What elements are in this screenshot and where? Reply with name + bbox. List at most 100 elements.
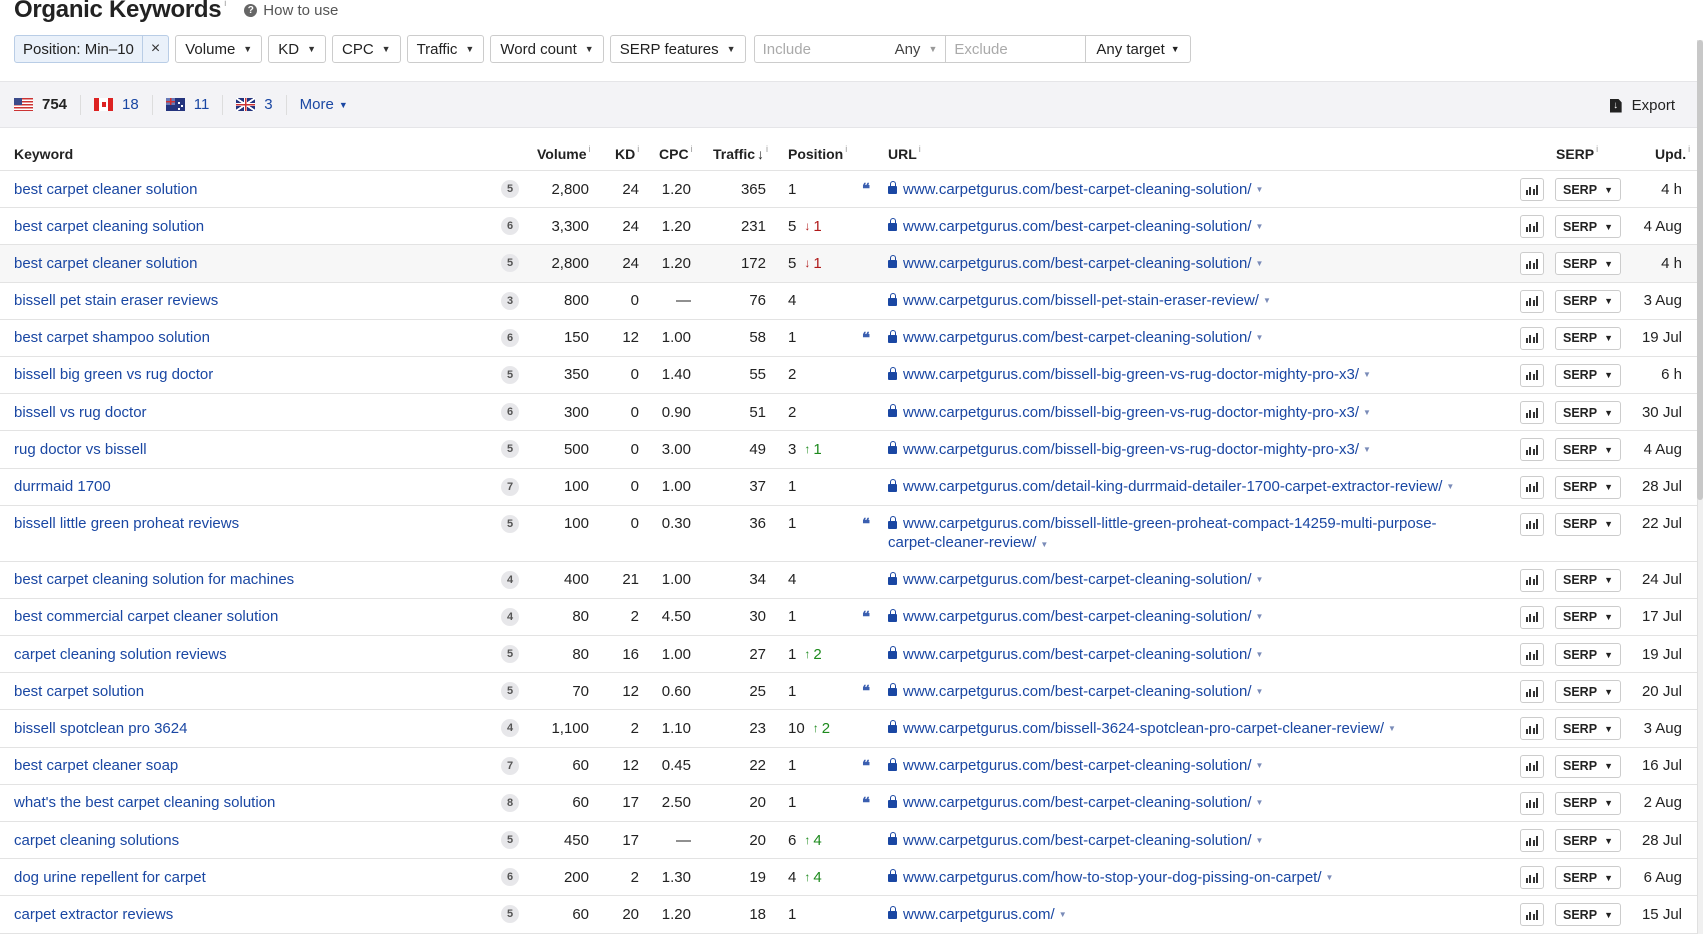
url-link[interactable]: www.carpetgurus.com/bissell-big-green-vs…: [888, 431, 1371, 467]
serp-dropdown-button[interactable]: SERP ▼: [1555, 754, 1621, 778]
url-link[interactable]: www.carpetgurus.com/bissell-little-green…: [888, 514, 1478, 554]
col-url[interactable]: URL i: [888, 136, 921, 171]
col-cpc[interactable]: CPC i: [659, 136, 693, 171]
target-select[interactable]: Any target ▼: [1085, 36, 1189, 62]
caret-down-icon[interactable]: ▼: [1363, 408, 1371, 417]
url-link[interactable]: www.carpetgurus.com/best-carpet-cleaning…: [888, 822, 1263, 858]
serp-dropdown-button[interactable]: SERP ▼: [1555, 866, 1621, 890]
keyword-link[interactable]: best carpet cleaning solution for machin…: [14, 562, 294, 598]
position-history-button[interactable]: [1520, 475, 1544, 499]
url-link[interactable]: www.carpetgurus.com/best-carpet-cleaning…: [888, 245, 1263, 281]
info-icon[interactable]: i: [919, 144, 921, 154]
url-link[interactable]: www.carpetgurus.com/best-carpet-cleaning…: [888, 748, 1263, 784]
url-link[interactable]: www.carpetgurus.com/best-carpet-cleaning…: [888, 562, 1263, 598]
position-history-button[interactable]: [1520, 215, 1544, 239]
caret-down-icon[interactable]: ▼: [1256, 333, 1264, 342]
col-keyword[interactable]: Keyword: [14, 136, 73, 171]
url-link[interactable]: www.carpetgurus.com/bissell-pet-stain-er…: [888, 283, 1271, 319]
position-history-button[interactable]: [1520, 866, 1544, 890]
caret-down-icon[interactable]: ▼: [1256, 575, 1264, 584]
word-count-filter-button[interactable]: Word count ▼: [490, 35, 604, 63]
cpc-filter-button[interactable]: CPC ▼: [331, 35, 401, 63]
country-us[interactable]: 754: [14, 94, 82, 115]
keyword-link[interactable]: carpet extractor reviews: [14, 896, 173, 932]
serp-dropdown-button[interactable]: SERP ▼: [1555, 680, 1621, 704]
keyword-link[interactable]: durrmaid 1700: [14, 469, 111, 505]
keyword-link[interactable]: best carpet cleaning solution: [14, 208, 204, 244]
keyword-link[interactable]: best carpet solution: [14, 673, 144, 709]
position-history-button[interactable]: [1520, 512, 1544, 536]
position-history-button[interactable]: [1520, 643, 1544, 667]
serp-dropdown-button[interactable]: SERP ▼: [1555, 252, 1621, 276]
position-history-button[interactable]: [1520, 568, 1544, 592]
caret-down-icon[interactable]: ▼: [1256, 798, 1264, 807]
info-icon[interactable]: i: [589, 144, 591, 154]
position-history-button[interactable]: [1520, 363, 1544, 387]
info-icon[interactable]: i: [845, 144, 847, 154]
caret-down-icon[interactable]: ▼: [1363, 370, 1371, 379]
caret-down-icon[interactable]: ▼: [1446, 482, 1454, 491]
keyword-link[interactable]: bissell big green vs rug doctor: [14, 357, 213, 393]
position-history-button[interactable]: [1520, 326, 1544, 350]
position-history-button[interactable]: [1520, 829, 1544, 852]
col-traffic[interactable]: Traffic ↓ i: [713, 136, 768, 171]
position-history-button[interactable]: [1520, 178, 1544, 201]
serp-dropdown-button[interactable]: SERP ▼: [1555, 791, 1621, 815]
include-input[interactable]: [754, 36, 895, 62]
serp-dropdown-button[interactable]: SERP ▼: [1555, 829, 1621, 852]
url-link[interactable]: www.carpetgurus.com/bissell-3624-spotcle…: [888, 710, 1396, 746]
col-volume[interactable]: Volume i: [537, 136, 591, 171]
url-link[interactable]: www.carpetgurus.com/best-carpet-cleaning…: [888, 785, 1263, 821]
caret-down-icon[interactable]: ▼: [1363, 445, 1371, 454]
caret-down-icon[interactable]: ▼: [1256, 259, 1264, 268]
keyword-link[interactable]: dog urine repellent for carpet: [14, 859, 206, 895]
serp-dropdown-button[interactable]: SERP ▼: [1555, 717, 1621, 741]
caret-down-icon[interactable]: ▼: [1256, 650, 1264, 659]
url-link[interactable]: www.carpetgurus.com/best-carpet-cleaning…: [888, 636, 1263, 672]
url-link[interactable]: www.carpetgurus.com/how-to-stop-your-dog…: [888, 859, 1333, 895]
keyword-link[interactable]: what's the best carpet cleaning solution: [14, 785, 275, 821]
position-history-button[interactable]: [1520, 438, 1544, 462]
serp-dropdown-button[interactable]: SERP ▼: [1555, 363, 1621, 387]
url-link[interactable]: www.carpetgurus.com/best-carpet-cleaning…: [888, 320, 1263, 356]
position-filter[interactable]: Position: Min–10 ×: [14, 35, 170, 63]
serp-dropdown-button[interactable]: SERP ▼: [1555, 438, 1621, 462]
url-link[interactable]: www.carpetgurus.com/best-carpet-cleaning…: [888, 208, 1263, 244]
serp-dropdown-button[interactable]: SERP ▼: [1555, 289, 1621, 313]
info-icon[interactable]: i: [691, 144, 693, 154]
position-history-button[interactable]: [1520, 791, 1544, 815]
url-link[interactable]: www.carpetgurus.com/bissell-big-green-vs…: [888, 357, 1371, 393]
col-position[interactable]: Position i: [788, 136, 847, 171]
exclude-input[interactable]: [946, 36, 1086, 62]
position-history-button[interactable]: [1520, 903, 1544, 927]
url-link[interactable]: www.carpetgurus.com/ ▼: [888, 896, 1067, 932]
info-icon[interactable]: i: [766, 144, 768, 154]
keyword-link[interactable]: bissell pet stain eraser reviews: [14, 283, 218, 319]
keyword-link[interactable]: bissell vs rug doctor: [14, 394, 147, 430]
position-history-button[interactable]: [1520, 605, 1544, 629]
country-gb[interactable]: 3: [236, 94, 287, 115]
serp-dropdown-button[interactable]: SERP ▼: [1555, 215, 1621, 239]
serp-dropdown-button[interactable]: SERP ▼: [1555, 401, 1621, 425]
export-button[interactable]: ↓ Export: [1609, 82, 1675, 129]
serp-dropdown-button[interactable]: SERP ▼: [1555, 568, 1621, 592]
keyword-link[interactable]: best carpet shampoo solution: [14, 320, 210, 356]
url-link[interactable]: www.carpetgurus.com/bissell-big-green-vs…: [888, 394, 1371, 430]
caret-down-icon[interactable]: ▼: [1256, 687, 1264, 696]
country-au[interactable]: 11: [165, 94, 224, 115]
caret-down-icon[interactable]: ▼: [1256, 761, 1264, 770]
position-history-button[interactable]: [1520, 252, 1544, 276]
keyword-link[interactable]: bissell little green proheat reviews: [14, 506, 239, 542]
volume-filter-button[interactable]: Volume ▼: [175, 35, 263, 63]
serp-dropdown-button[interactable]: SERP ▼: [1555, 475, 1621, 499]
include-mode-select[interactable]: Any ▼: [895, 36, 946, 62]
url-link[interactable]: www.carpetgurus.com/best-carpet-cleaning…: [888, 673, 1263, 709]
serp-features-filter-button[interactable]: SERP features ▼: [609, 35, 746, 63]
position-filter-label[interactable]: Position: Min–10: [15, 41, 142, 58]
url-link[interactable]: www.carpetgurus.com/detail-king-durrmaid…: [888, 469, 1454, 505]
country-ca[interactable]: 18: [94, 94, 153, 115]
traffic-filter-button[interactable]: Traffic ▼: [406, 35, 485, 63]
caret-down-icon[interactable]: ▼: [1388, 724, 1396, 733]
keyword-link[interactable]: best carpet cleaner solution: [14, 245, 197, 281]
serp-dropdown-button[interactable]: SERP ▼: [1555, 903, 1621, 927]
